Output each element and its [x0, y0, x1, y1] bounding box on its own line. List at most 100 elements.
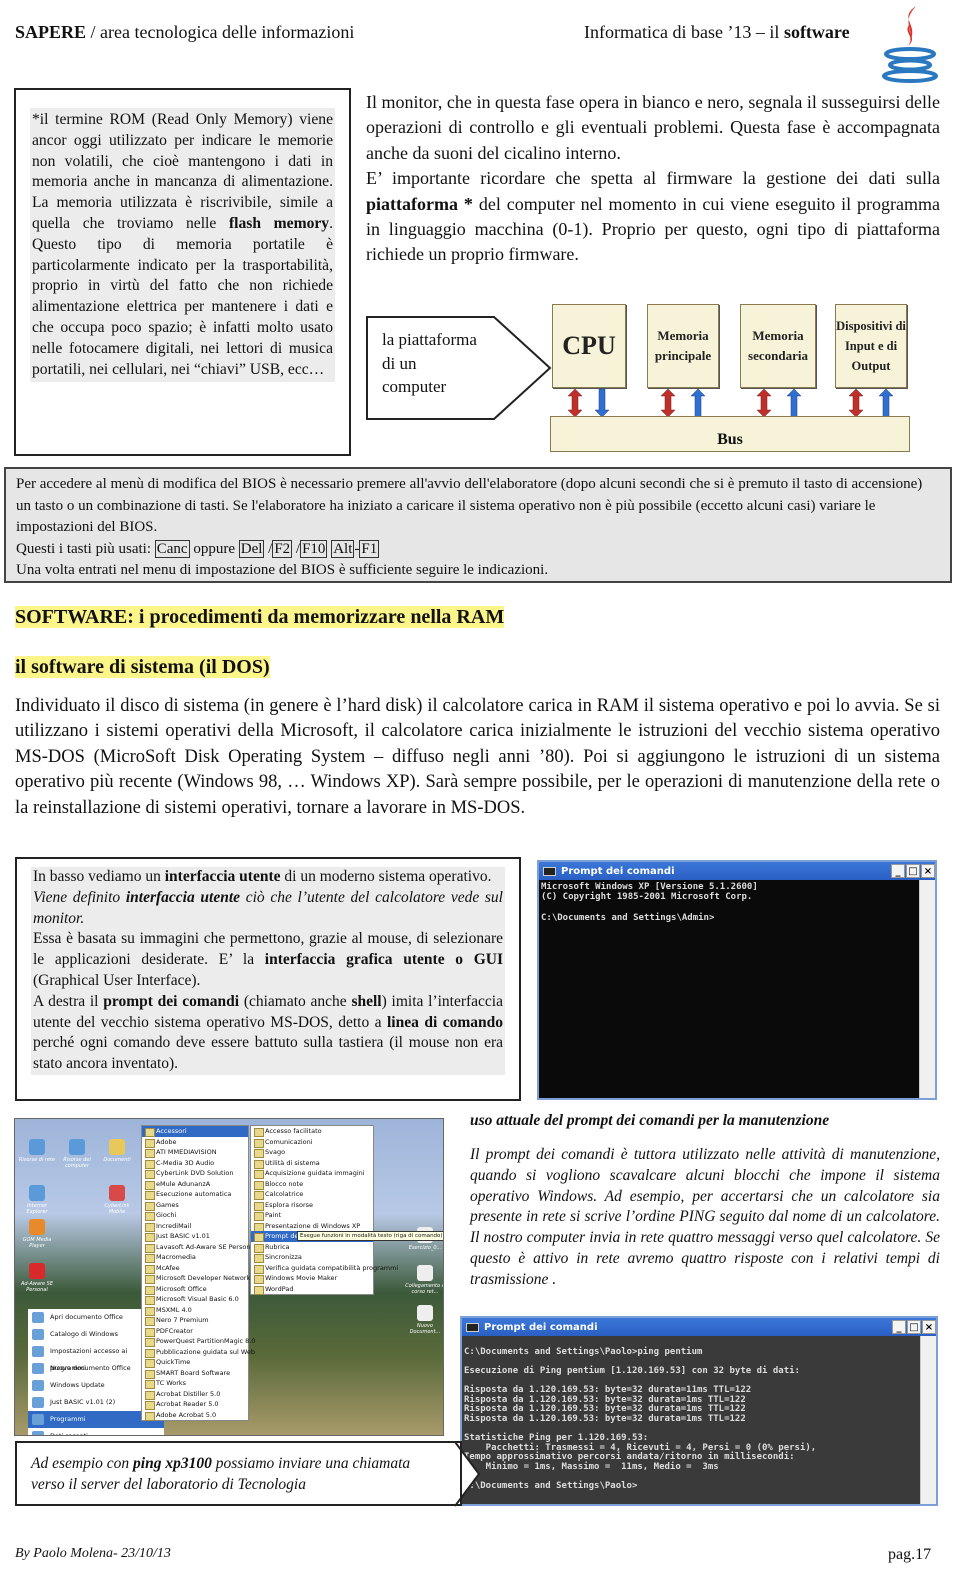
- menu-item[interactable]: PDFCreator: [142, 1326, 248, 1336]
- bus-bar: Bus: [550, 416, 910, 452]
- menu-item[interactable]: Just BASIC v1.01: [142, 1231, 248, 1242]
- menu-item[interactable]: Acrobat Distiller 5.0: [142, 1389, 248, 1399]
- scrollbar[interactable]: [920, 1336, 936, 1504]
- menu-item[interactable]: Esecuzione automatica: [142, 1189, 248, 1200]
- menu-item[interactable]: Macromedia: [142, 1252, 248, 1263]
- menu-item[interactable]: Esplora risorse: [251, 1200, 373, 1210]
- desktop-icon: Risorse di rete: [17, 1139, 57, 1163]
- close-button[interactable]: ×: [921, 864, 935, 878]
- l: Documenti: [103, 1157, 131, 1163]
- menu-item[interactable]: C-Media 3D Audio: [142, 1158, 248, 1168]
- menu-item[interactable]: Lavasoft Ad-Aware SE Personal: [142, 1242, 256, 1252]
- menu-item[interactable]: Pubblicazione guidata sul Web: [142, 1347, 255, 1357]
- l: Ad-Aware SE Personal: [20, 1281, 54, 1293]
- menu-item[interactable]: Paint: [251, 1210, 373, 1221]
- menu-item[interactable]: McAfee: [142, 1263, 248, 1273]
- rom-text-1: *il termine ROM (Read Only Memory) viene…: [32, 111, 333, 232]
- firmware-text: Il monitor, che in questa fase opera in …: [366, 90, 940, 268]
- menu-item[interactable]: Games: [142, 1200, 248, 1210]
- menu-item[interactable]: MSXML 4.0: [142, 1305, 248, 1315]
- menu-item[interactable]: PowerQuest PartitionMagic 8.0: [142, 1336, 255, 1347]
- menu-item[interactable]: Sincronizza: [251, 1252, 373, 1263]
- l: CyberLink Mobile: [104, 1203, 130, 1215]
- menu-item[interactable]: Windows Movie Maker: [251, 1273, 373, 1284]
- menu-item[interactable]: TC Works: [142, 1378, 248, 1389]
- t: Viene definito: [33, 888, 126, 906]
- gui-p2: Viene definito interfaccia utente ciò ch…: [33, 888, 503, 930]
- menu-item[interactable]: Acrobat Reader 5.0: [142, 1399, 248, 1410]
- keys-oppure: oppure: [189, 540, 239, 557]
- cmd-icon: [466, 1322, 479, 1332]
- menu-item[interactable]: SMART Board Software: [142, 1368, 248, 1378]
- menu-item[interactable]: Acquisizione guidata immagini: [251, 1168, 373, 1179]
- desktop-icon: GOM Media Player: [17, 1219, 57, 1249]
- menu-item[interactable]: Presentazione di Windows XP: [251, 1221, 373, 1231]
- cmd-window-2: Prompt dei comandi _ □ × C:\Documents and S…: [460, 1316, 938, 1506]
- menu-item[interactable]: QuickTime: [142, 1357, 248, 1368]
- cmd-output[interactable]: Microsoft Windows XP [Versione 5.1.2600]…: [541, 882, 919, 1096]
- callout-line: la piattaforma: [382, 330, 477, 349]
- module-secondary-memory: Memoria secondaria: [740, 304, 816, 388]
- menu-item[interactable]: Microsoft Office: [142, 1284, 248, 1294]
- l: Internet Explorer: [26, 1203, 48, 1215]
- menu-item[interactable]: Blocco note: [251, 1179, 373, 1189]
- menu-item[interactable]: Microsoft Developer Network: [142, 1273, 250, 1284]
- cmd-title: Prompt dei comandi: [484, 1321, 598, 1333]
- windows-desktop-screenshot: Risorse di rete Risorse del computer Doc…: [14, 1118, 444, 1436]
- key-alt: Alt: [331, 539, 355, 558]
- module-main-memory: Memoria principale: [647, 304, 719, 388]
- scrollbar[interactable]: [919, 880, 935, 1098]
- menu-item[interactable]: eMule AdunanzA: [142, 1179, 248, 1189]
- menu-item[interactable]: Microsoft Visual Basic 6.0: [142, 1294, 248, 1305]
- menu-item[interactable]: Rubrica: [251, 1242, 373, 1252]
- dos-paragraph: Individuato il disco di sistema (in gene…: [15, 696, 940, 818]
- platform-diagram: CPU Memoria principale Memoria secondari…: [550, 304, 912, 452]
- menu-item[interactable]: Comunicazioni: [251, 1137, 373, 1147]
- menu-item[interactable]: IncrediMail: [142, 1221, 248, 1231]
- header-brand: SAPERE: [15, 22, 87, 42]
- l: GOM Media Player: [22, 1237, 52, 1249]
- l: Risorse del computer: [63, 1157, 91, 1169]
- header-title: Informatica di base ’13 – il: [584, 22, 784, 42]
- gui-p4: A destra il prompt dei comandi (chiamato…: [33, 992, 503, 1075]
- menu-item[interactable]: ATI MMEDIAVISION: [142, 1147, 248, 1158]
- menu-item[interactable]: Accessori: [142, 1126, 248, 1137]
- programs-menu: Accessori Adobe ATI MMEDIAVISION C-Media 3D…: [141, 1125, 256, 1421]
- close-button[interactable]: ×: [922, 1320, 936, 1334]
- menu-item[interactable]: Calcolatrice: [251, 1189, 373, 1200]
- menu-item[interactable]: Dati recenti: [28, 1428, 164, 1435]
- l: Collegamento a corso ret...: [405, 1283, 444, 1295]
- menu-item[interactable]: WordPad: [251, 1284, 373, 1294]
- minimize-button[interactable]: _: [892, 1320, 906, 1334]
- t: interfaccia grafica utente o GUI: [264, 951, 503, 969]
- desktop-icon: Ad-Aware SE Personal: [17, 1263, 57, 1293]
- section-title-dos: il software di sistema (il DOS): [15, 656, 270, 678]
- menu-item[interactable]: Verifica guidata compatibilità programmi: [251, 1263, 398, 1273]
- menu-item[interactable]: Nero 7 Premium: [142, 1315, 248, 1326]
- cmd-output[interactable]: C:\Documents and Settings\Paolo>ping pen…: [464, 1338, 920, 1502]
- t: ping xp3100: [133, 1455, 212, 1472]
- bus-arrows: [567, 388, 894, 418]
- l: Risorse di rete: [18, 1157, 56, 1163]
- callout-line: di un: [382, 353, 417, 373]
- maximize-button[interactable]: □: [906, 864, 920, 878]
- menu-item[interactable]: CyberLink DVD Solution: [142, 1168, 248, 1179]
- bios-text: Per accedere al menù di modifica del BIO…: [16, 476, 923, 536]
- cmd-icon: [543, 866, 556, 876]
- menu-item[interactable]: Svago: [251, 1147, 373, 1158]
- desktop-icon: Internet Explorer: [17, 1185, 57, 1215]
- t: In basso vediamo un: [33, 868, 165, 885]
- callout-line: computer: [382, 377, 447, 396]
- menu-item[interactable]: Utilità di sistema: [251, 1158, 373, 1168]
- menu-item[interactable]: Accesso facilitato: [251, 1126, 373, 1137]
- menu-item[interactable]: Adobe: [142, 1137, 248, 1147]
- bios-keys-line: Questi i tasti più usati: Canc oppure De…: [16, 539, 380, 558]
- header-subtitle: / area tecnologica delle informazioni: [86, 22, 355, 42]
- maximize-button[interactable]: □: [907, 1320, 921, 1334]
- menu-item[interactable]: Adobe Acrobat 5.0: [142, 1410, 248, 1420]
- minimize-button[interactable]: _: [891, 864, 905, 878]
- cmd-window-1: Prompt dei comandi _ □ × Microsoft Windows …: [537, 860, 937, 1100]
- menu-item[interactable]: Giochi: [142, 1210, 248, 1221]
- section-title-software: SOFTWARE: i procedimenti da memorizzare …: [15, 606, 505, 628]
- key-f2: F2: [272, 539, 293, 558]
